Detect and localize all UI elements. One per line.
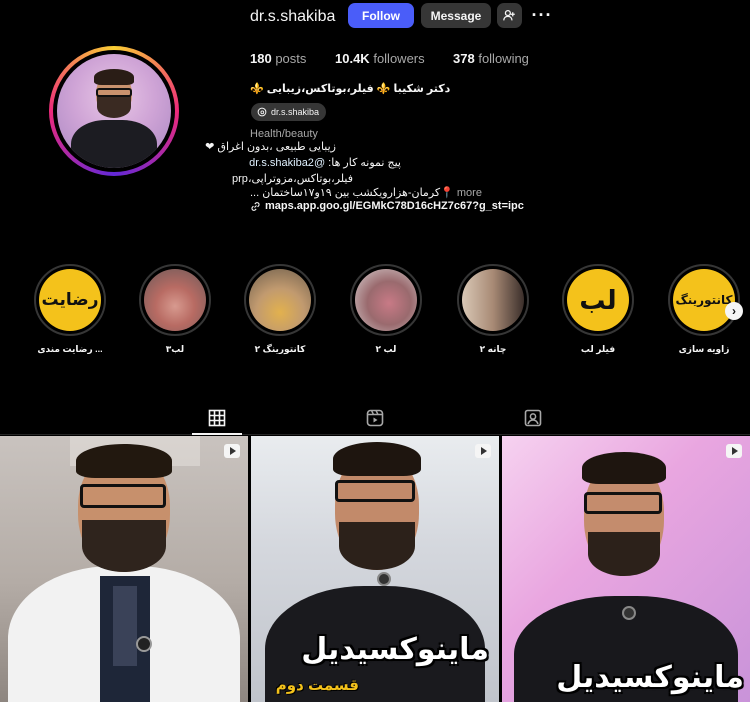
- highlight-item[interactable]: لب فیلر لب: [562, 264, 634, 355]
- highlight-label: زاویه سازی: [678, 344, 730, 354]
- followers-count: 10.4K: [335, 51, 370, 66]
- following-count: 378: [453, 51, 475, 66]
- highlight-cover: کانتورینگ: [673, 269, 735, 331]
- bio-line-collapsed: 📍کرمان-هزارویکشب بین ۱۹و۱۷ساختمان ... mo…: [250, 186, 482, 199]
- threads-icon: [257, 107, 267, 117]
- threads-badge[interactable]: dr.s.shakiba: [251, 103, 327, 121]
- bio-line: پیج نمونه کار ها: @dr.s.shakiba2: [249, 156, 401, 169]
- bio-line: فیلر،بوتاکس،مزوتراپی،prp: [232, 173, 353, 185]
- bio-mention-link[interactable]: @dr.s.shakiba2: [249, 157, 325, 169]
- bio-line: زیبایی طبیعی ،بدون اغراق ❤: [205, 141, 336, 153]
- highlight-label: چانه ۲: [479, 344, 507, 354]
- bio-link-text: maps.app.goo.gl/EGMkC78D16cHZ7c67?g_st=i…: [265, 200, 524, 212]
- highlight-cover: رضایت: [39, 269, 101, 331]
- bio-text: پیج نمونه کار ها:: [325, 157, 401, 169]
- more-options-icon[interactable]: ···: [531, 5, 553, 25]
- post-title: ماینوکسیدیل: [556, 661, 744, 694]
- highlight-label: ... رضایت مندی: [37, 344, 103, 354]
- bio-text: 📍کرمان-هزارویکشب بین ۱۹و۱۷ساختمان ...: [250, 187, 454, 199]
- highlight-item[interactable]: چانه ۲: [457, 264, 529, 355]
- highlight-cover: [355, 269, 417, 331]
- highlights-next-arrow-icon[interactable]: ›: [725, 302, 743, 320]
- highlight-label: لب۳: [165, 344, 185, 354]
- following-stat[interactable]: 378 following: [453, 51, 529, 66]
- profile-username: dr.s.shakiba: [250, 8, 336, 25]
- reel-icon: [726, 444, 742, 458]
- highlight-item[interactable]: لب ۲: [350, 264, 422, 355]
- posts-stat: 180 posts: [250, 51, 306, 66]
- followers-stat[interactable]: 10.4K followers: [335, 51, 425, 66]
- highlight-cover: [144, 269, 206, 331]
- profile-full-name: ⚜️ دکتر شکیبا ⚜️ فیلر،بوتاکس،زیبایی: [250, 83, 451, 95]
- profile-category: Health/beauty: [250, 128, 318, 140]
- bio-external-link[interactable]: maps.app.goo.gl/EGMkC78D16cHZ7c67?g_st=i…: [250, 200, 524, 212]
- tab-reels-icon[interactable]: [366, 409, 384, 427]
- tab-tagged-icon[interactable]: [524, 409, 542, 427]
- active-tab-indicator: [192, 433, 242, 435]
- post-title: ماینوکسیدیل: [301, 633, 489, 666]
- tab-posts-grid-icon[interactable]: [208, 409, 226, 427]
- threads-handle: dr.s.shakiba: [271, 107, 320, 117]
- highlight-item[interactable]: لب۳: [139, 264, 211, 355]
- highlight-label: فیلر لب: [580, 344, 616, 354]
- following-label: following: [478, 51, 529, 66]
- message-button[interactable]: Message: [421, 3, 491, 28]
- profile-avatar[interactable]: [49, 46, 179, 176]
- posts-label: posts: [275, 51, 307, 66]
- post-subtitle: قسمت دوم: [275, 677, 359, 694]
- reel-icon: [224, 444, 240, 458]
- followers-label: followers: [373, 51, 425, 66]
- highlight-item[interactable]: رضایت ... رضایت مندی: [34, 264, 106, 355]
- follow-button[interactable]: Follow: [348, 3, 414, 28]
- add-user-icon: [503, 9, 515, 21]
- suggest-user-button[interactable]: [497, 3, 522, 28]
- tabs-divider: [0, 434, 750, 435]
- link-icon: [251, 201, 260, 211]
- grid-post[interactable]: ماینوکسیدیل: [502, 436, 750, 702]
- highlight-cover: [249, 269, 311, 331]
- posts-count: 180: [250, 51, 272, 66]
- highlight-label: کانتورینگ ۲: [254, 344, 306, 354]
- highlight-label: لب ۲: [375, 344, 397, 354]
- highlight-cover: لب: [567, 269, 629, 331]
- highlight-item[interactable]: کانتورینگ ۲: [244, 264, 316, 355]
- grid-post[interactable]: ماینوکسیدیل قسمت دوم: [251, 436, 499, 702]
- grid-post[interactable]: [0, 436, 248, 702]
- reel-icon: [475, 444, 491, 458]
- bio-more-link[interactable]: more: [457, 187, 482, 199]
- highlight-cover: [462, 269, 524, 331]
